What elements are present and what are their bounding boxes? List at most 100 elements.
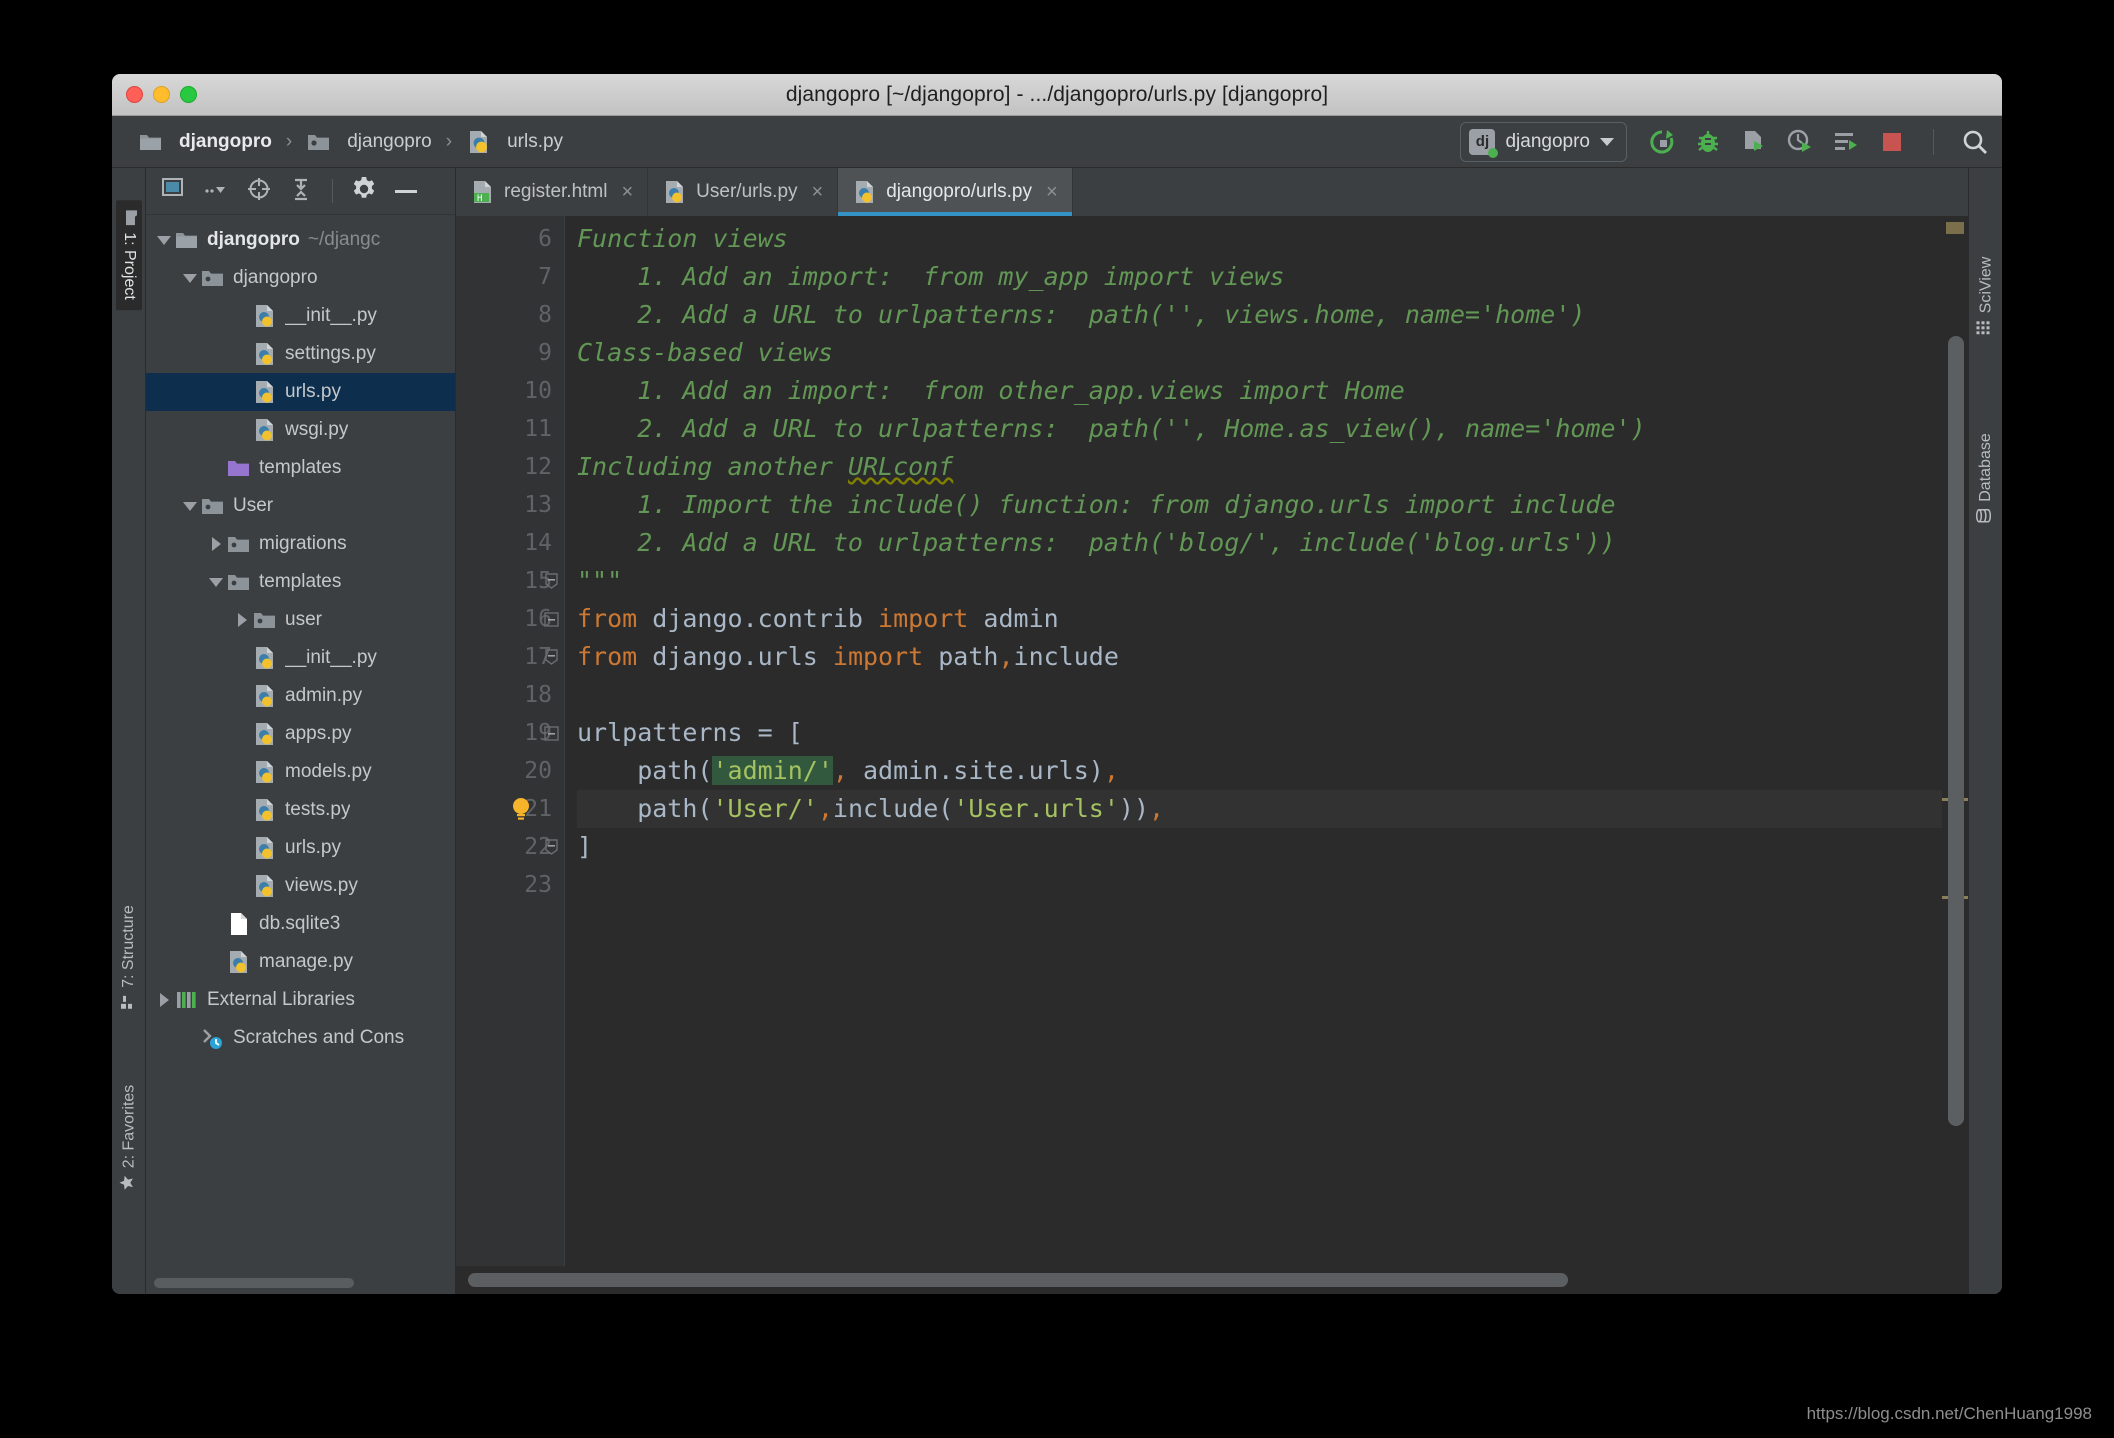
sidebar-item-database[interactable]: Database xyxy=(1975,433,1996,523)
code-line[interactable] xyxy=(577,676,1942,714)
code-line[interactable]: from django.urls import path,include xyxy=(577,638,1942,676)
tree-node[interactable]: Scratches and Cons xyxy=(146,1019,455,1057)
chevron-down-icon[interactable] xyxy=(206,577,226,587)
run-with-list-icon[interactable] xyxy=(1831,127,1861,157)
code-line[interactable]: Including another URLconf xyxy=(577,448,1942,486)
code-line[interactable]: 1. Add an import: from my_app import vie… xyxy=(577,258,1942,296)
code-line[interactable]: 2. Add a URL to urlpatterns: path('blog/… xyxy=(577,524,1942,562)
tree-node[interactable]: wsgi.py xyxy=(146,411,455,449)
navigation-bar: djangopro › djangopro › urls.py dj djang… xyxy=(112,116,2002,168)
breadcrumb-item-module[interactable]: djangopro xyxy=(298,129,440,155)
tree-node[interactable]: user xyxy=(146,601,455,639)
package-folder-icon xyxy=(226,534,252,554)
tree-node-label: tests.py xyxy=(285,799,351,820)
tree-node[interactable]: djangopro ~/djangc xyxy=(146,221,455,259)
code-line[interactable]: Function views xyxy=(577,220,1942,258)
tree-node[interactable]: manage.py xyxy=(146,943,455,981)
code-line[interactable]: path('admin/', admin.site.urls), xyxy=(577,752,1942,790)
sidebar-item-favorites[interactable]: 2: Favorites xyxy=(119,1085,138,1191)
close-icon[interactable]: × xyxy=(1046,181,1058,204)
coverage-icon[interactable] xyxy=(1739,127,1769,157)
project-horizontal-scrollbar[interactable] xyxy=(146,1272,455,1294)
tree-node[interactable]: External Libraries xyxy=(146,981,455,1019)
sidebar-item-structure[interactable]: 7: Structure xyxy=(120,905,138,1009)
fold-collapse-icon[interactable] xyxy=(538,714,564,752)
tree-node[interactable]: User xyxy=(146,487,455,525)
tree-node[interactable]: migrations xyxy=(146,525,455,563)
chevron-right-icon[interactable] xyxy=(232,613,252,627)
chevron-right-icon[interactable] xyxy=(206,537,226,551)
select-opened-file-icon[interactable] xyxy=(162,177,188,205)
editor-tab[interactable]: djangopro/urls.py × xyxy=(838,168,1073,216)
code-line[interactable]: ] xyxy=(577,828,1942,866)
fold-end-icon[interactable] xyxy=(538,638,564,676)
vertical-scrollbar-thumb[interactable] xyxy=(1948,336,1964,1126)
rerun-icon[interactable] xyxy=(1647,127,1677,157)
editor-tab[interactable]: User/urls.py × xyxy=(648,168,839,216)
fold-end-icon[interactable] xyxy=(538,828,564,866)
settings-gear-icon[interactable] xyxy=(351,176,377,207)
hide-panel-icon[interactable] xyxy=(393,182,419,200)
close-icon[interactable]: × xyxy=(812,181,824,204)
fold-collapse-icon[interactable] xyxy=(538,600,564,638)
python-file-icon xyxy=(854,180,876,204)
close-icon[interactable]: × xyxy=(621,181,633,204)
code-line[interactable]: from django.contrib import admin xyxy=(577,600,1942,638)
collapse-dropdown-icon[interactable] xyxy=(204,181,230,202)
code-line[interactable]: Class-based views xyxy=(577,334,1942,372)
breadcrumb-item-file[interactable]: urls.py xyxy=(458,128,571,156)
tree-node[interactable]: tests.py xyxy=(146,791,455,829)
sidebar-item-sciview[interactable]: SciView xyxy=(1976,257,1995,335)
editor-horizontal-scrollbar[interactable] xyxy=(456,1266,1968,1294)
editor-tab[interactable]: Hregister.html × xyxy=(456,168,649,216)
fold-end-icon[interactable] xyxy=(538,562,564,600)
run-configuration-selector[interactable]: dj djangopro xyxy=(1460,121,1627,162)
tree-node[interactable]: templates xyxy=(146,563,455,601)
chevron-down-icon[interactable] xyxy=(154,235,174,245)
project-panel-toolbar xyxy=(146,168,455,215)
tree-node[interactable]: apps.py xyxy=(146,715,455,753)
chevron-down-icon[interactable] xyxy=(180,273,200,283)
close-button[interactable] xyxy=(126,86,143,103)
tree-node[interactable]: views.py xyxy=(146,867,455,905)
breadcrumb-item-project[interactable]: djangopro xyxy=(130,129,280,155)
python-file-icon xyxy=(252,836,278,860)
tree-node[interactable]: db.sqlite3 xyxy=(146,905,455,943)
tree-node[interactable]: djangopro xyxy=(146,259,455,297)
tree-node-label: djangopro xyxy=(207,229,300,250)
chevron-right-icon[interactable] xyxy=(154,993,174,1007)
project-tree[interactable]: djangopro ~/djangc djangopro __init__.py set… xyxy=(146,215,455,1272)
locate-target-icon[interactable] xyxy=(246,176,272,207)
debug-icon[interactable] xyxy=(1693,127,1723,157)
editor-gutter[interactable]: 6 7 8 9 10 11 12 13 14 15 16 17 18 19 20 21 22 23 xyxy=(456,216,564,1266)
minimize-button[interactable] xyxy=(153,86,170,103)
profile-icon[interactable] xyxy=(1785,127,1815,157)
code-line[interactable] xyxy=(577,866,1942,904)
tree-node[interactable]: __init__.py xyxy=(146,639,455,677)
tree-node[interactable]: __init__.py xyxy=(146,297,455,335)
scrollbar-thumb[interactable] xyxy=(154,1278,354,1288)
code-line[interactable]: 1. Import the include() function: from d… xyxy=(577,486,1942,524)
zoom-button[interactable] xyxy=(180,86,197,103)
tree-node[interactable]: admin.py xyxy=(146,677,455,715)
code-content[interactable]: Function views 1. Add an import: from my… xyxy=(564,216,1942,1266)
intention-bulb-icon[interactable] xyxy=(508,790,534,828)
code-line[interactable]: urlpatterns = [ xyxy=(577,714,1942,752)
code-line[interactable]: 2. Add a URL to urlpatterns: path('', Ho… xyxy=(577,410,1942,448)
scrollbar-thumb[interactable] xyxy=(468,1273,1568,1287)
collapse-all-icon[interactable] xyxy=(288,176,314,207)
tree-node[interactable]: templates xyxy=(146,449,455,487)
sidebar-item-project[interactable]: 1: Project xyxy=(115,200,142,310)
tree-node[interactable]: urls.py xyxy=(146,829,455,867)
code-line[interactable]: 2. Add a URL to urlpatterns: path('', vi… xyxy=(577,296,1942,334)
tree-node[interactable]: urls.py xyxy=(146,373,455,411)
tree-node[interactable]: models.py xyxy=(146,753,455,791)
stop-icon[interactable] xyxy=(1877,127,1907,157)
code-line[interactable]: 1. Add an import: from other_app.views i… xyxy=(577,372,1942,410)
code-line[interactable]: """ xyxy=(577,562,1942,600)
search-icon[interactable] xyxy=(1960,127,1990,157)
code-line[interactable]: path('User/',include('User.urls')), xyxy=(577,790,1942,828)
tree-node[interactable]: settings.py xyxy=(146,335,455,373)
chevron-down-icon[interactable] xyxy=(180,501,200,511)
editor-marker-bar[interactable] xyxy=(1942,216,1968,1266)
